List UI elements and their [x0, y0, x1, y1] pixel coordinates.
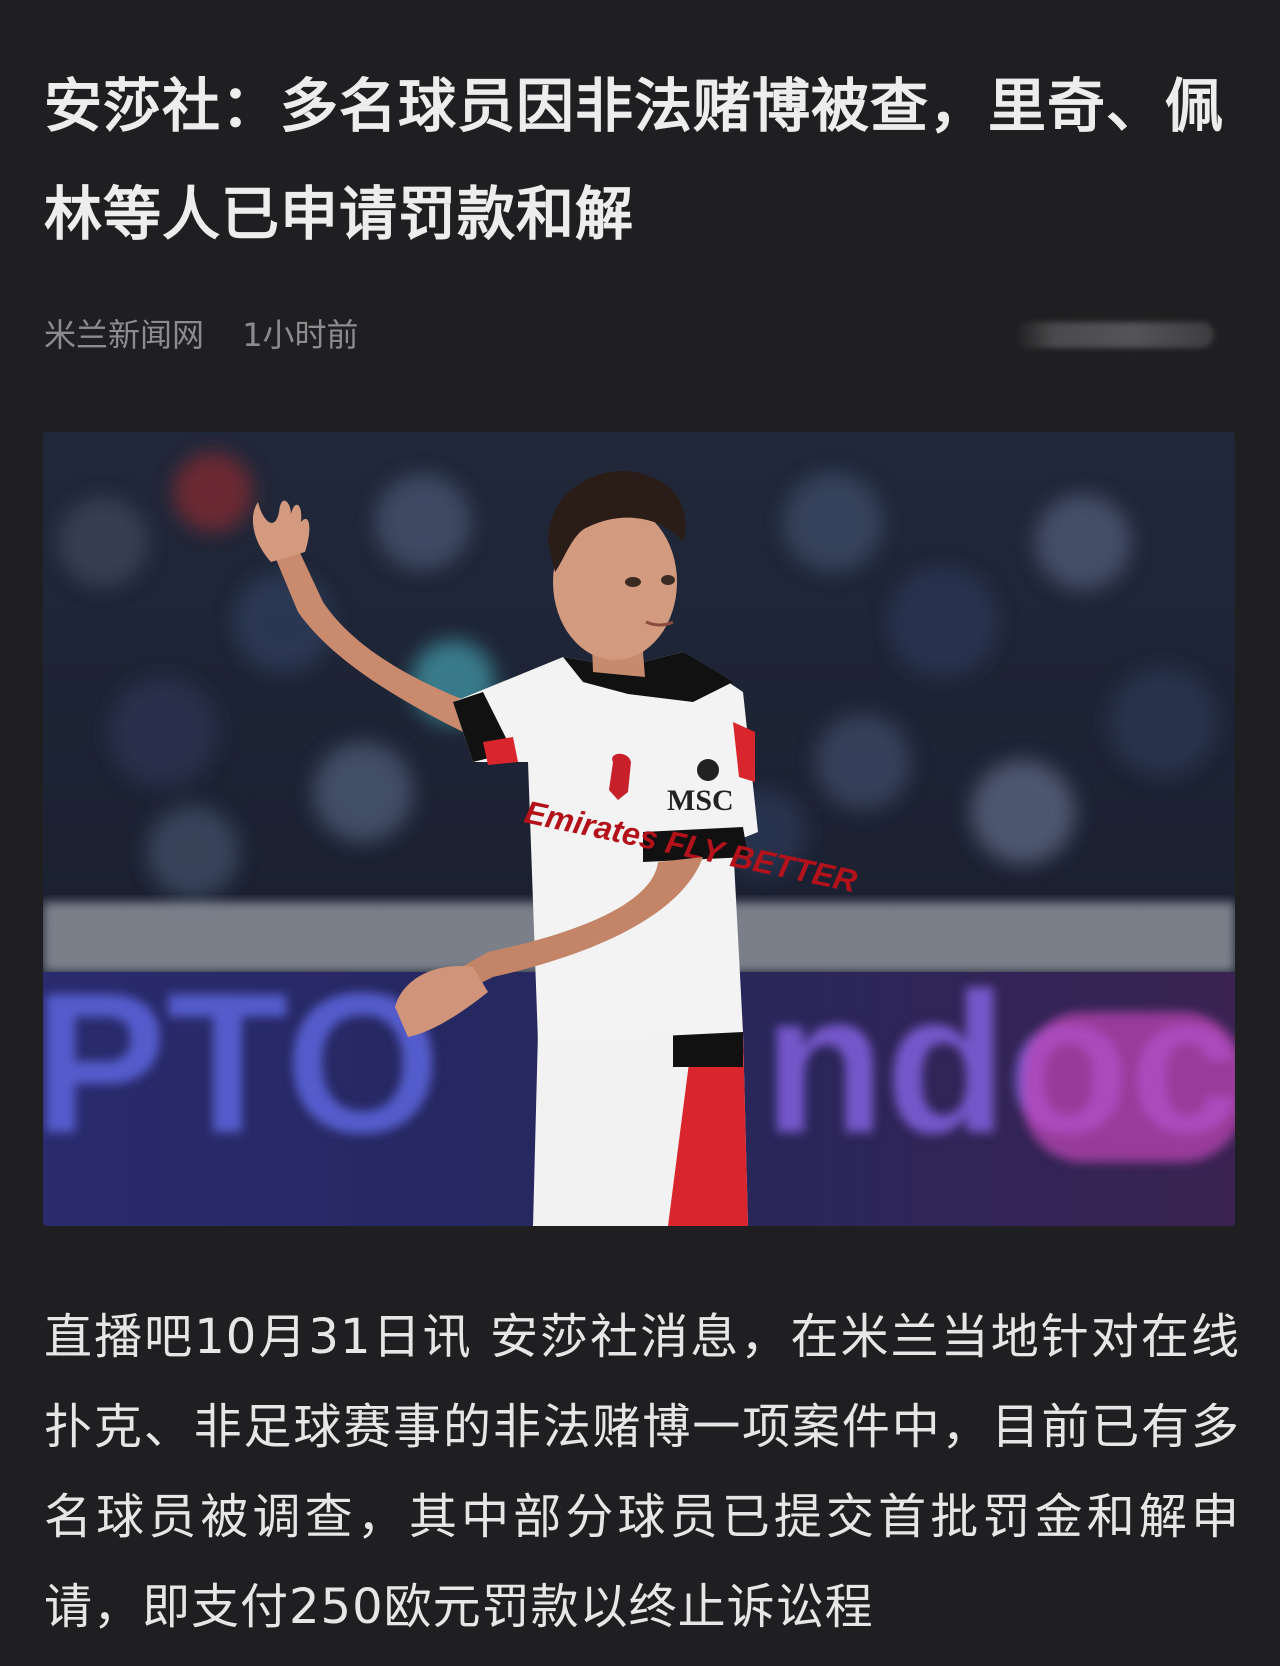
article-hero-image[interactable]: PTO ndoc MSC Emirates FLY BETTER [43, 432, 1235, 1226]
article-body: 直播吧10月31日讯 安莎社消息，在米兰当地针对在线扑克、非足球赛事的非法赌博一… [44, 1309, 1240, 1635]
article-page: 安莎社：多名球员因非法赌博被查，里奇、佩林等人已申请罚款和解 米兰新闻网 1小时… [0, 0, 1280, 1666]
ad-board-text-left: PTO [43, 952, 441, 1175]
blurred-tag [1014, 322, 1214, 348]
article-time: 1小时前 [242, 316, 359, 354]
article-title: 安莎社：多名球员因非法赌博被查，里奇、佩林等人已申请罚款和解 [44, 72, 1225, 248]
article-source[interactable]: 米兰新闻网 [44, 316, 204, 354]
sleeve-sponsor: MSC [667, 784, 734, 817]
player-photo: PTO ndoc MSC Emirates FLY BETTER [43, 432, 1235, 1226]
article-meta: 米兰新闻网 1小时前 [44, 310, 1234, 360]
